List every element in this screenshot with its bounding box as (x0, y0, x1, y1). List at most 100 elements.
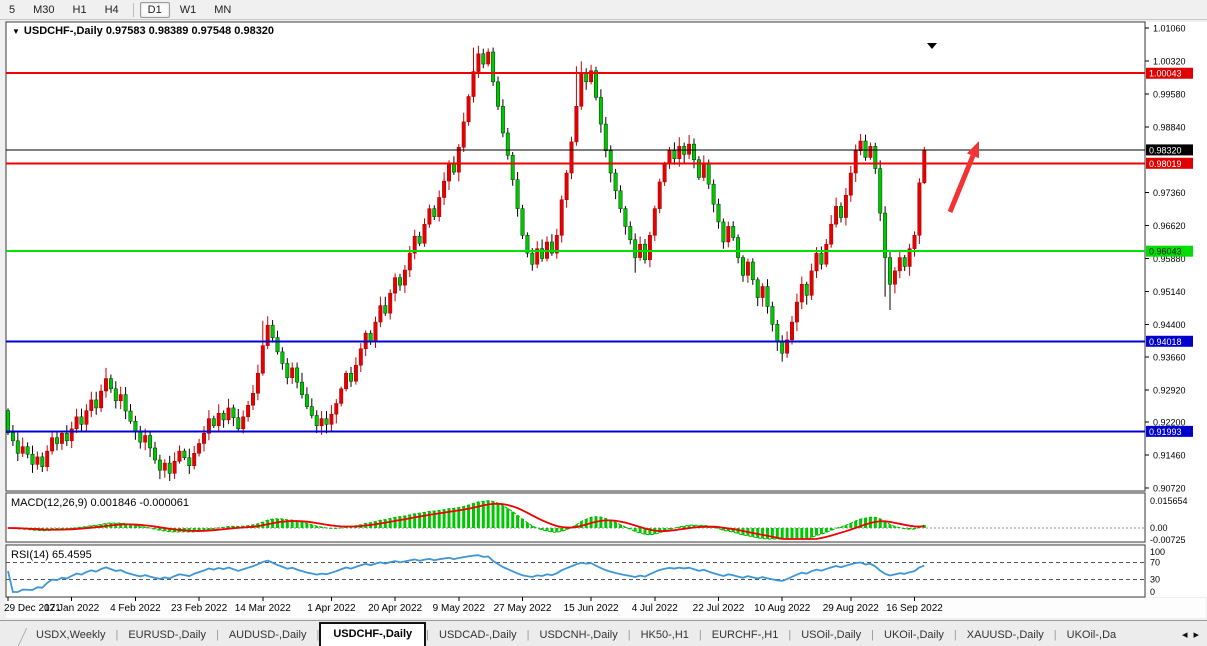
date-label: 9 May 2022 (433, 603, 486, 614)
candle-down (114, 389, 117, 401)
candle-down (756, 280, 759, 298)
chart-canvas[interactable]: 1.010601.003200.995800.988400.973600.966… (0, 20, 1207, 620)
candle-down (741, 258, 744, 276)
price-tick-label: 0.92920 (1153, 386, 1186, 396)
tab-scroll-left-icon[interactable]: ◂ (1182, 628, 1188, 641)
date-label: 4 Jul 2022 (632, 603, 679, 614)
candle-up (104, 379, 107, 391)
date-label: 27 May 2022 (494, 603, 552, 614)
candle-up (663, 164, 666, 182)
candle-up (408, 253, 411, 270)
main-chart-panel[interactable] (6, 22, 1145, 491)
candle-up (403, 270, 406, 285)
candle-down (276, 338, 279, 352)
candle-down (732, 226, 735, 237)
candle-down (766, 286, 769, 306)
candle-up (727, 226, 730, 242)
candle-up (261, 346, 264, 374)
candle-down (232, 408, 235, 418)
candle-up (163, 463, 166, 470)
timeframe-button-mn[interactable]: MN (206, 2, 239, 18)
candle-down (41, 457, 44, 467)
collapse-icon[interactable]: ▼ (12, 27, 20, 36)
candle-up (477, 54, 480, 72)
candle-down (237, 418, 240, 429)
candle-down (594, 71, 597, 98)
candle-down (95, 400, 98, 408)
candle-up (291, 368, 294, 378)
price-tick-label: 0.99580 (1153, 89, 1186, 99)
candle-up (354, 365, 357, 381)
candle-up (335, 403, 338, 414)
date-label: 4 Feb 2022 (110, 603, 161, 614)
candle-up (344, 373, 347, 389)
candle-down (771, 306, 774, 324)
price-tick-label: 0.98840 (1153, 122, 1186, 132)
candle-up (193, 453, 196, 465)
tab-usdcnh-daily[interactable]: USDCNH-,Daily (530, 625, 628, 646)
timeframe-button-m30[interactable]: M30 (25, 2, 62, 18)
candle-up (560, 200, 563, 236)
macd-scale-label: 0.00 (1150, 523, 1168, 533)
macd-scale-label: -0.00725 (1150, 535, 1186, 545)
candle-up (178, 451, 181, 461)
price-tick-label: 0.94400 (1153, 320, 1186, 330)
price-badge-label: 0.91993 (1149, 427, 1182, 437)
rsi-panel[interactable] (6, 545, 1145, 597)
tab-ukoil-daily[interactable]: UKOil-,Daily (874, 625, 954, 646)
price-axis-strip (1146, 22, 1207, 597)
tab-xauusd-daily[interactable]: XAUUSD-,Daily (957, 625, 1054, 646)
chart-root[interactable]: 1.010601.003200.995800.988400.973600.966… (0, 20, 1207, 625)
candle-up (119, 395, 122, 401)
tab-eurchf-h1[interactable]: EURCHF-,H1 (702, 625, 789, 646)
tab-hk50-h1[interactable]: HK50-,H1 (631, 625, 699, 646)
candle-down (839, 206, 842, 217)
candle-down (673, 151, 676, 159)
date-label: 29 Aug 2022 (823, 603, 880, 614)
tab-usoil-daily[interactable]: USOil-,Daily (791, 625, 871, 646)
timeframe-button-h4[interactable]: H4 (97, 2, 127, 18)
candle-up (648, 235, 651, 259)
candle-down (722, 222, 725, 242)
macd-label: MACD(12,26,9) 0.001846 -0.000061 (11, 497, 189, 509)
candle-up (251, 393, 254, 405)
candle-down (271, 325, 274, 337)
candle-down (864, 141, 867, 157)
chart-title: ▼USDCHF-,Daily 0.97583 0.98389 0.97548 0… (12, 25, 274, 37)
candle-down (506, 133, 509, 155)
toolbar-separator (133, 3, 134, 17)
tab-audusd-daily[interactable]: AUDUSD-,Daily (219, 625, 317, 646)
candle-up (825, 244, 828, 264)
tab-usdcad-daily[interactable]: USDCAD-,Daily (429, 625, 527, 646)
candle-up (790, 322, 793, 340)
tab-usdchf-daily[interactable]: USDCHF-,Daily (319, 622, 426, 646)
candle-down (369, 333, 372, 341)
timeframe-button-5[interactable]: 5 (1, 2, 23, 18)
tab-ukoil-da[interactable]: UKOil-,Da (1057, 625, 1127, 646)
tab-usdx-weekly[interactable]: USDX,Weekly (26, 625, 115, 646)
candle-down (153, 448, 156, 460)
candle-down (482, 54, 485, 64)
candle-down (776, 324, 779, 342)
price-tick-label: 0.96620 (1153, 221, 1186, 231)
candle-down (134, 421, 137, 432)
candle-down (452, 164, 455, 172)
tab-eurusd-daily[interactable]: EURUSD-,Daily (118, 625, 216, 646)
timeframe-button-w1[interactable]: W1 (172, 2, 205, 18)
rsi-scale-label: 0 (1150, 587, 1155, 597)
timeframe-button-d1[interactable]: D1 (140, 2, 170, 18)
timeframe-button-h1[interactable]: H1 (65, 2, 95, 18)
candle-up (761, 286, 764, 297)
candle-up (90, 400, 93, 411)
price-tick-label: 1.00320 (1153, 56, 1186, 66)
candle-down (222, 413, 225, 420)
candle-up (423, 224, 426, 243)
candle-up (428, 209, 431, 225)
date-label: 17 Jan 2022 (44, 603, 99, 614)
candle-down (751, 262, 754, 280)
date-label: 23 Feb 2022 (171, 603, 228, 614)
date-label: 22 Jul 2022 (693, 603, 745, 614)
candle-down (903, 258, 906, 267)
candle-down (295, 368, 298, 382)
tab-scroll-right-icon[interactable]: ▸ (1193, 628, 1199, 641)
